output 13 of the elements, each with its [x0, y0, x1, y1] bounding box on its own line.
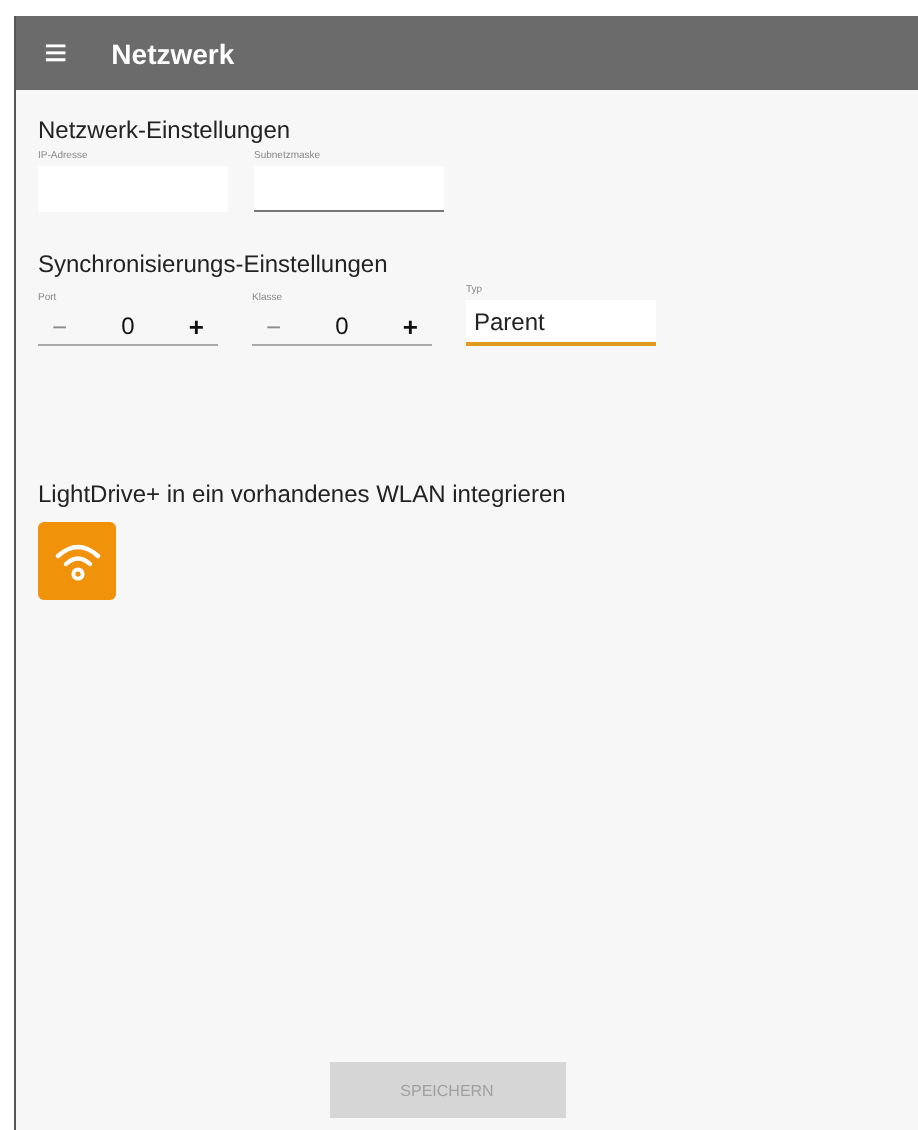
plus-button[interactable]: + [396, 311, 424, 341]
wifi-icon [53, 539, 101, 583]
input-field[interactable] [254, 166, 444, 212]
input-field[interactable]: Parent [466, 300, 656, 346]
menu-icon[interactable]: ≡ [44, 33, 68, 73]
wifi-button[interactable] [38, 522, 116, 600]
plus-button[interactable]: + [182, 311, 210, 341]
section-heading: LightDrive+ in ein vorhandenes WLAN integrieren [38, 480, 568, 508]
stepper-value: 0 [335, 312, 349, 340]
app-bar-title: Netzwerk [111, 37, 235, 69]
stepper-value: 0 [121, 312, 135, 340]
section-heading: Netzwerk-Einstellungen [38, 116, 293, 144]
section-heading: Synchronisierungs-Einstellungen [38, 250, 390, 278]
